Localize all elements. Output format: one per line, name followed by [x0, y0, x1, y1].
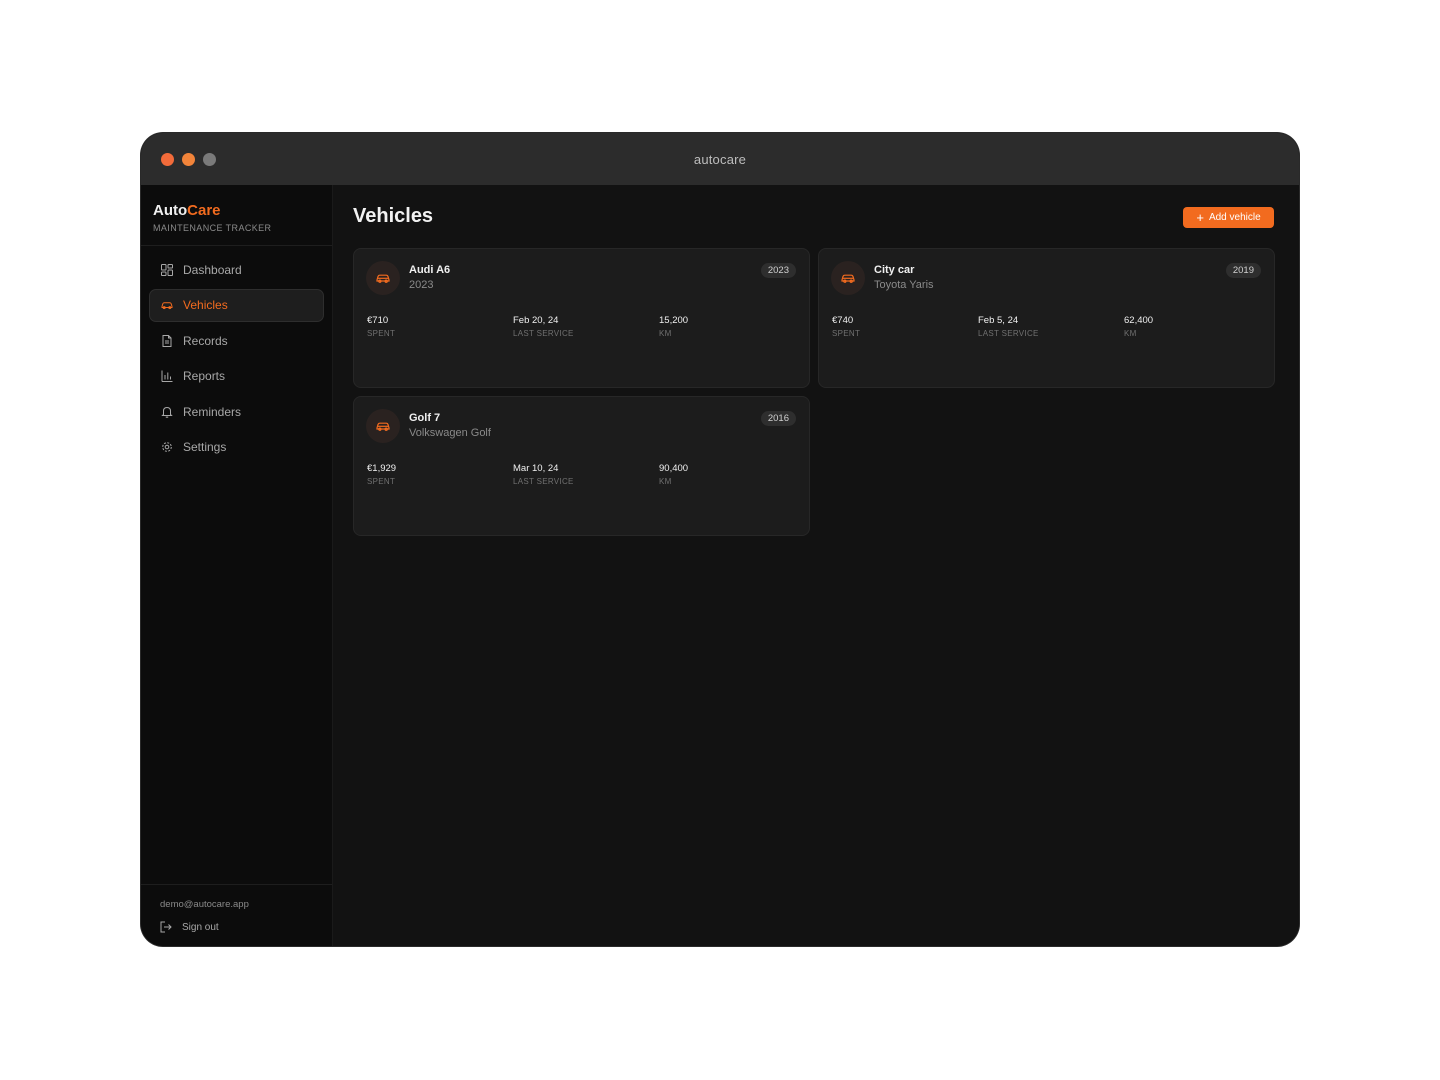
main-content: Vehicles + Add vehicle Audi A6 2023 2023…: [333, 185, 1299, 946]
vehicle-name: Golf 7: [409, 412, 441, 424]
vehicle-card[interactable]: City car Toyota Yaris 2019 €740 SPENT Feb…: [818, 248, 1275, 388]
sidebar-item-label: Dashboard: [183, 262, 242, 277]
sidebar-item-label: Vehicles: [183, 298, 228, 313]
sidebar-item-reminders[interactable]: Reminders: [149, 395, 324, 429]
brand-subtitle: MAINTENANCE TRACKER: [153, 223, 272, 233]
stat-spent: €740 SPENT: [832, 315, 978, 338]
stat-last-service: Feb 20, 24 LAST SERVICE: [513, 315, 659, 338]
vehicle-stats: €740 SPENT Feb 5, 24 LAST SERVICE 62,400 KM: [832, 315, 1270, 338]
vehicle-grid: Audi A6 2023 2023 €710 SPENT Feb 20, 24 LA…: [353, 248, 1275, 536]
sidebar: AutoCare MAINTENANCE TRACKER Dashboard V…: [141, 185, 333, 946]
car-icon: [366, 261, 400, 295]
window-title: autocare: [693, 151, 747, 167]
vehicle-subtitle: 2023: [409, 279, 434, 291]
stat-value: €740: [832, 315, 854, 326]
sidebar-item-label: Reminders: [183, 404, 242, 419]
stat-label: SPENT: [832, 329, 861, 338]
window-controls: [161, 153, 216, 166]
stat-label: SPENT: [367, 477, 396, 486]
sidebar-item-label: Reports: [183, 369, 226, 384]
stat-spent: €1,929 SPENT: [367, 463, 513, 486]
brand-name-accent: Care: [187, 202, 221, 219]
stat-spent: €710 SPENT: [367, 315, 513, 338]
vehicle-stats: €710 SPENT Feb 20, 24 LAST SERVICE 15,200 K…: [367, 315, 805, 338]
stat-label: KM: [659, 329, 672, 338]
stat-value: 62,400: [1124, 315, 1154, 326]
year-badge: 2019: [1225, 263, 1261, 278]
sidebar-item-settings[interactable]: Settings: [149, 431, 324, 465]
brand-name-primary: Auto: [153, 202, 188, 219]
vehicle-subtitle: Volkswagen Golf: [409, 427, 491, 439]
stat-value: €1,929: [367, 463, 397, 474]
stat-label: SPENT: [367, 329, 396, 338]
stat-value: 90,400: [659, 463, 689, 474]
car-icon: [366, 409, 400, 443]
stat-label: KM: [1124, 329, 1137, 338]
sidebar-item-label: Settings: [183, 440, 227, 455]
vehicle-name: City car: [874, 264, 915, 276]
brand-name: AutoCare: [153, 202, 320, 219]
sidebar-footer: demo@autocare.app Sign out: [141, 884, 332, 946]
stat-value: Feb 20, 24: [513, 315, 559, 326]
stat-label: LAST SERVICE: [978, 329, 1039, 338]
sign-out-icon: [160, 921, 172, 933]
stat-label: LAST SERVICE: [513, 477, 574, 486]
title-bar: autocare: [141, 133, 1299, 185]
stat-value: Feb 5, 24: [978, 315, 1019, 326]
stat-value: 15,200: [659, 315, 689, 326]
stat-value: Mar 10, 24: [513, 463, 559, 474]
brand: AutoCare MAINTENANCE TRACKER: [141, 185, 332, 246]
car-icon: [831, 261, 865, 295]
vehicle-card[interactable]: Golf 7 Volkswagen Golf 2016 €1,929 SPENT …: [353, 396, 810, 536]
sidebar-item-records[interactable]: Records: [149, 324, 324, 358]
vehicle-card[interactable]: Audi A6 2023 2023 €710 SPENT Feb 20, 24 LA…: [353, 248, 810, 388]
sidebar-item-label: Records: [183, 333, 228, 348]
zoom-window-button[interactable]: [203, 153, 216, 166]
close-window-button[interactable]: [161, 153, 174, 166]
sidebar-item-reports[interactable]: Reports: [149, 360, 324, 394]
add-vehicle-button[interactable]: + Add vehicle: [1183, 207, 1274, 228]
stat-label: KM: [659, 477, 672, 486]
stat-km: 62,400 KM: [1124, 315, 1270, 338]
sign-out-button[interactable]: Sign out: [160, 921, 313, 933]
year-badge: 2016: [760, 411, 796, 426]
stat-value: €710: [367, 315, 389, 326]
app-window: autocare AutoCare MAINTENANCE TRACKER Da…: [141, 133, 1299, 946]
page-title: Vehicles: [353, 205, 434, 227]
sign-out-label: Sign out: [182, 921, 219, 933]
plus-icon: +: [1196, 210, 1204, 225]
stat-label: LAST SERVICE: [513, 329, 574, 338]
vehicle-name: Audi A6: [409, 264, 451, 276]
stat-km: 90,400 KM: [659, 463, 805, 486]
bell-icon: [161, 406, 173, 418]
sidebar-item-dashboard[interactable]: Dashboard: [149, 253, 324, 287]
sidebar-item-vehicles[interactable]: Vehicles: [149, 288, 324, 322]
document-icon: [161, 334, 173, 347]
stat-km: 15,200 KM: [659, 315, 805, 338]
dashboard-icon: [161, 263, 173, 276]
vehicle-subtitle: Toyota Yaris: [874, 279, 934, 291]
stat-last-service: Mar 10, 24 LAST SERVICE: [513, 463, 659, 486]
car-icon: [161, 299, 173, 311]
sidebar-nav: Dashboard Vehicles Records Reports Remin…: [141, 246, 332, 471]
gear-icon: [161, 441, 173, 453]
vehicle-stats: €1,929 SPENT Mar 10, 24 LAST SERVICE 90,40…: [367, 463, 805, 486]
stat-last-service: Feb 5, 24 LAST SERVICE: [978, 315, 1124, 338]
add-vehicle-label: Add vehicle: [1208, 212, 1261, 223]
minimize-window-button[interactable]: [182, 153, 195, 166]
year-badge: 2023: [760, 263, 796, 278]
user-email: demo@autocare.app: [160, 899, 249, 910]
bar-chart-icon: [161, 370, 173, 383]
